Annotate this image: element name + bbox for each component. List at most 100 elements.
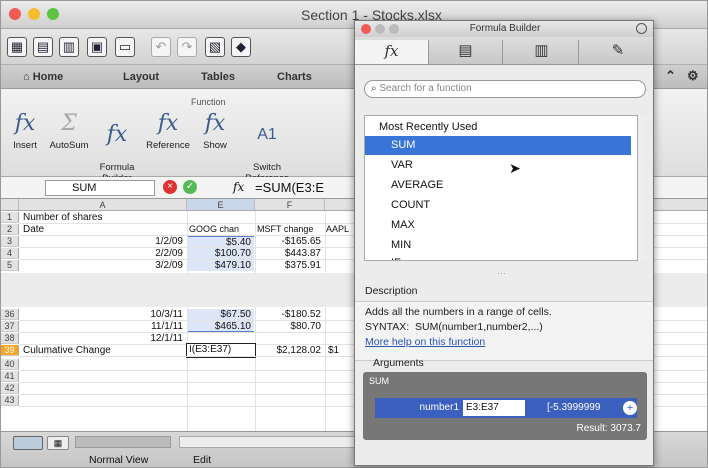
- function-item-selected[interactable]: SUM: [365, 136, 631, 155]
- add-argument-icon[interactable]: +: [623, 401, 637, 415]
- row-header[interactable]: 38: [1, 333, 19, 344]
- row-header[interactable]: 4: [1, 248, 19, 259]
- tab-tables[interactable]: Tables: [201, 71, 235, 83]
- new-file-icon[interactable]: ▦: [7, 37, 27, 57]
- cell-a37[interactable]: 11/1/11: [23, 321, 183, 332]
- formula-builder-button[interactable]: fx Formula Builder: [95, 111, 139, 184]
- function-item[interactable]: AVERAGE: [365, 176, 631, 195]
- function-item[interactable]: MIN: [365, 236, 631, 255]
- palette-collapse-icon[interactable]: [636, 23, 647, 34]
- cell-f5[interactable]: $375.91: [257, 260, 321, 271]
- argument-input[interactable]: E3:E37: [463, 400, 525, 416]
- name-box[interactable]: SUM: [45, 180, 155, 196]
- list-header: Most Recently Used: [379, 121, 478, 133]
- cell-a4[interactable]: 2/2/09: [23, 248, 183, 259]
- tab-home[interactable]: ⌂ Home: [23, 71, 63, 83]
- arguments-panel: SUM number1 E3:E37 [-5.3999999 + Result:…: [363, 372, 647, 440]
- cell-a5[interactable]: 3/2/09: [23, 260, 183, 271]
- row-header[interactable]: 2: [1, 224, 19, 235]
- cell-a39[interactable]: Culumative Change: [23, 345, 183, 356]
- cell-g2[interactable]: AAPL: [326, 224, 354, 235]
- cell-a36[interactable]: 10/3/11: [23, 309, 183, 320]
- row-header[interactable]: 5: [1, 260, 19, 271]
- column-header-f[interactable]: F: [255, 199, 325, 211]
- cell-e4[interactable]: $100.70: [188, 248, 254, 259]
- cell-a38[interactable]: 12/1/11: [23, 333, 183, 344]
- row-header[interactable]: 1: [1, 212, 19, 223]
- sheet-tabs-scroller[interactable]: [75, 436, 171, 448]
- cell-e5[interactable]: $479.10: [188, 260, 254, 271]
- library-icon[interactable]: ▥: [505, 40, 579, 64]
- help-link[interactable]: More help on this function: [365, 335, 645, 350]
- cell-f39[interactable]: $2,128.02: [257, 345, 322, 356]
- palette-min-button[interactable]: [375, 24, 385, 34]
- template-icon[interactable]: ▤: [33, 37, 53, 57]
- syntax-text: SUM(number1,number2,...): [415, 321, 543, 333]
- insert-icon[interactable]: ▤: [429, 40, 503, 64]
- show-button[interactable]: fx Show: [195, 111, 235, 151]
- function-search-input[interactable]: ⌕ Search for a function: [364, 80, 646, 98]
- function-item[interactable]: MAX: [365, 216, 631, 235]
- row-header[interactable]: 3: [1, 236, 19, 247]
- close-window-button[interactable]: [9, 8, 21, 20]
- row-header[interactable]: 42: [1, 383, 19, 394]
- reference-button[interactable]: fx Reference: [143, 111, 193, 151]
- tools-icon[interactable]: ✎: [581, 40, 653, 64]
- zoom-window-button[interactable]: [47, 8, 59, 20]
- cell-e36[interactable]: $67.50: [188, 309, 254, 320]
- open-icon[interactable]: ▥: [59, 37, 79, 57]
- formula-input[interactable]: =SUM(E3:E: [255, 180, 324, 195]
- function-item[interactable]: VAR: [365, 156, 631, 175]
- page-layout-view-icon[interactable]: ▦: [47, 436, 69, 450]
- cell-f4[interactable]: $443.87: [257, 248, 321, 259]
- show-icon: fx: [204, 111, 226, 136]
- list-scrollbar[interactable]: [639, 115, 646, 261]
- function-item[interactable]: IF: [365, 254, 631, 260]
- cell-f3[interactable]: -$165.65: [257, 236, 321, 247]
- switch-reference-button[interactable]: A1 Switch Reference: [239, 111, 295, 184]
- row-header[interactable]: 41: [1, 371, 19, 382]
- horizontal-scrollbar[interactable]: [179, 436, 355, 448]
- cell-a1[interactable]: Number of shares: [23, 212, 183, 223]
- row-header[interactable]: 40: [1, 359, 19, 370]
- cell-f37[interactable]: $80.70: [257, 321, 321, 332]
- tab-layout[interactable]: Layout: [123, 71, 159, 83]
- column-header-a[interactable]: A: [19, 199, 187, 211]
- function-item[interactable]: COUNT: [365, 196, 631, 215]
- format-icon[interactable]: ◆: [231, 37, 251, 57]
- row-header-active[interactable]: 39: [1, 345, 19, 356]
- gear-icon[interactable]: ⚙: [687, 68, 699, 84]
- cell-g39[interactable]: $1: [328, 345, 348, 356]
- function-list[interactable]: Most Recently Used SUM VAR AVERAGE COUNT…: [364, 115, 638, 261]
- row-header[interactable]: 37: [1, 321, 19, 332]
- palette-zoom-button[interactable]: [389, 24, 399, 34]
- resize-handle-icon[interactable]: ···: [497, 268, 506, 278]
- print-icon[interactable]: ▭: [115, 37, 135, 57]
- row-header[interactable]: 43: [1, 395, 19, 406]
- cell-e3[interactable]: $5.40: [188, 236, 254, 247]
- column-header-e[interactable]: E: [187, 199, 255, 211]
- insert-function-button[interactable]: fx Insert: [7, 111, 43, 151]
- palette-close-button[interactable]: [361, 24, 371, 34]
- cell-f2[interactable]: MSFT change: [257, 224, 325, 235]
- cell-f36[interactable]: -$180.52: [257, 309, 321, 320]
- formula-builder-tab[interactable]: fx: [355, 40, 429, 64]
- redo-icon[interactable]: ↷: [177, 37, 197, 57]
- cell-e37[interactable]: $465.10: [188, 321, 254, 332]
- cell-a2[interactable]: Date: [23, 224, 183, 235]
- tab-charts[interactable]: Charts: [277, 71, 312, 83]
- normal-view-icon[interactable]: [13, 436, 43, 450]
- cancel-formula-icon[interactable]: ×: [163, 180, 177, 194]
- minimize-window-button[interactable]: [28, 8, 40, 20]
- syntax-line: SYNTAX: SUM(number1,number2,...): [365, 320, 645, 335]
- save-icon[interactable]: ▣: [87, 37, 107, 57]
- collapse-ribbon-icon[interactable]: ⌃: [665, 68, 676, 84]
- corner-header[interactable]: [1, 199, 19, 211]
- paste-icon[interactable]: ▧: [205, 37, 225, 57]
- cell-e2[interactable]: GOOG chan: [189, 224, 253, 235]
- cell-a3[interactable]: 1/2/09: [23, 236, 183, 247]
- accept-formula-icon[interactable]: ✓: [183, 180, 197, 194]
- row-header[interactable]: 36: [1, 309, 19, 320]
- undo-icon[interactable]: ↶: [151, 37, 171, 57]
- autosum-button[interactable]: Σ AutoSum: [47, 111, 91, 151]
